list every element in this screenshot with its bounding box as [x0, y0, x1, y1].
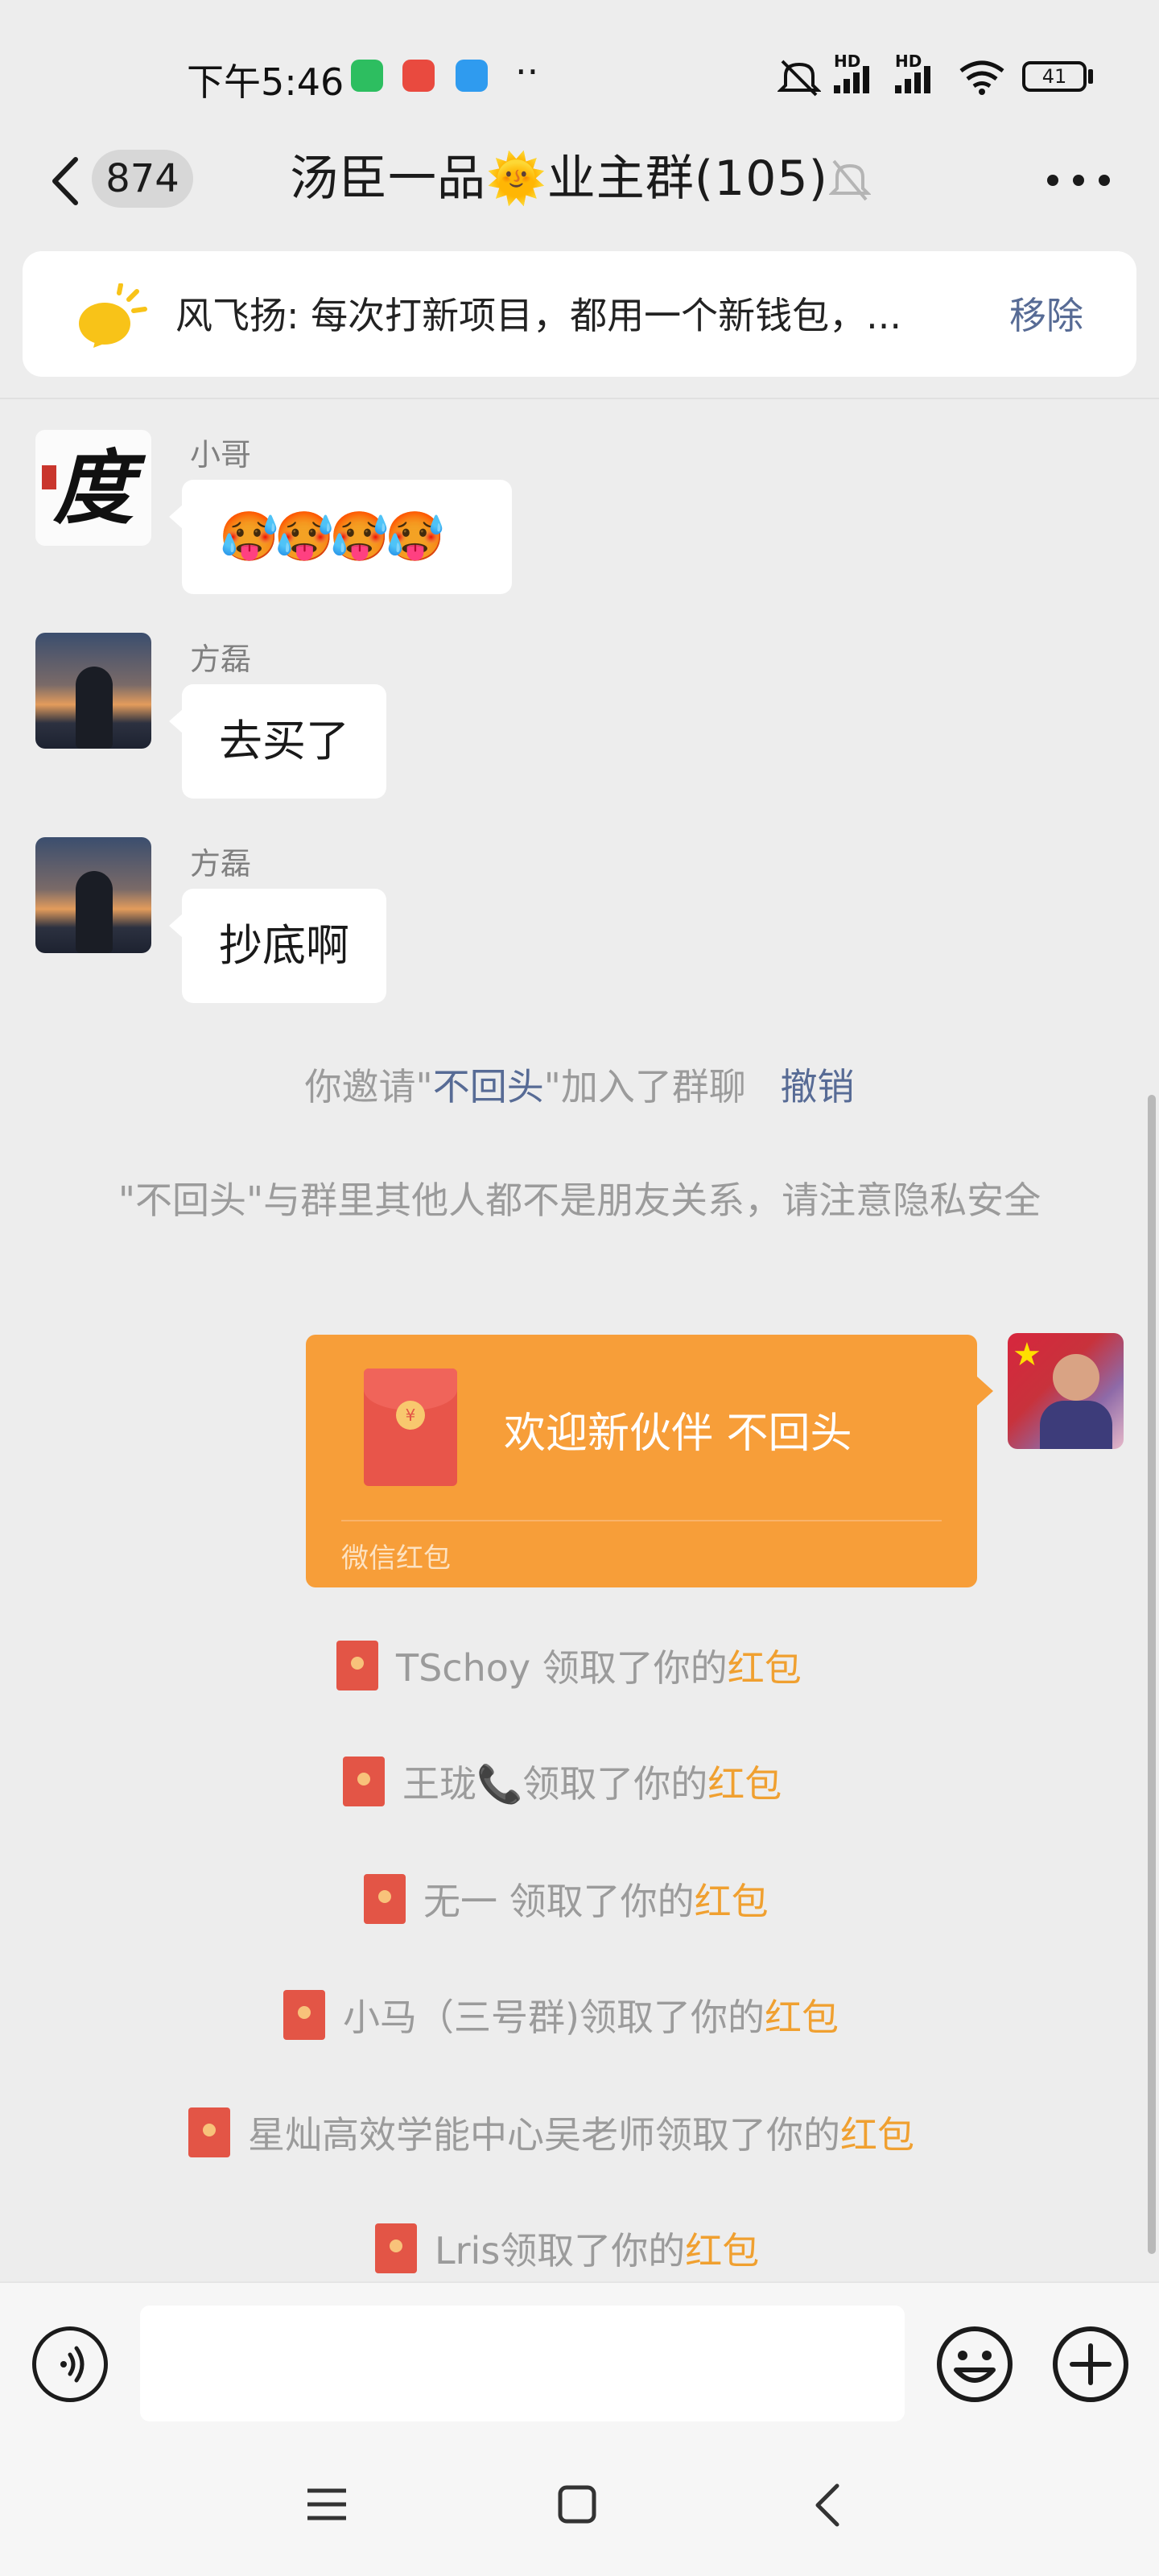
- sender-name: 方磊: [190, 642, 252, 677]
- message-text: 去买了: [219, 716, 349, 766]
- red-envelope-icon: ¥: [364, 1368, 457, 1486]
- red-packet-card[interactable]: ¥ 欢迎新伙伴 不回头 微信红包: [306, 1335, 977, 1587]
- signal-icon-1: [834, 66, 869, 93]
- chat-scrollbar[interactable]: [1148, 1095, 1156, 2254]
- battery-icon: 41: [1022, 61, 1087, 92]
- pinned-message-bar[interactable]: 风飞扬: 每次打新项目，都用一个新钱包，... 移除: [23, 251, 1136, 377]
- home-icon[interactable]: [557, 2484, 597, 2524]
- avatar-self[interactable]: ★: [1008, 1333, 1124, 1449]
- claim-text: 无一 领取了你的: [423, 1880, 695, 1923]
- avatar-calligraphy-text: 度: [53, 440, 134, 535]
- signal-icon-2: [895, 66, 930, 93]
- more-functions-button[interactable]: [1051, 2325, 1130, 2404]
- unread-count-badge[interactable]: 874: [92, 150, 193, 208]
- back-icon[interactable]: [47, 153, 84, 209]
- red-packet-footer: 微信红包: [341, 1542, 451, 1575]
- mute-icon: [777, 60, 821, 97]
- person-body: [1040, 1401, 1112, 1449]
- announcement-bulb-icon: [79, 283, 147, 348]
- privacy-notice: "不回头"与群里其他人都不是朋友关系，请注意隐私安全: [118, 1179, 1041, 1222]
- muted-bell-icon: [829, 159, 871, 201]
- avatar-xiaoge[interactable]: 度: [35, 430, 151, 546]
- red-packet-claim-notice: TSchoy 领取了你的红包: [336, 1639, 802, 1692]
- flag-star-icon: ★: [1013, 1336, 1041, 1373]
- more-notifications-dots: ··: [515, 50, 539, 93]
- sender-name: 小哥: [190, 437, 252, 473]
- seal-stamp: [42, 465, 56, 489]
- message-bubble[interactable]: 抄底啊: [182, 889, 386, 1003]
- red-packet-small-icon: [343, 1757, 385, 1806]
- input-bar: [0, 2281, 1159, 2444]
- voice-input-button[interactable]: [32, 2326, 108, 2402]
- red-packet-greeting: 欢迎新伙伴 不回头: [504, 1410, 852, 1458]
- avatar-fanglei[interactable]: [35, 837, 151, 953]
- system-navigation-bar: [0, 2442, 1159, 2576]
- voice-icon: [60, 2346, 85, 2383]
- red-packet-tip: [977, 1377, 993, 1406]
- red-packet-claim-notice: Lris领取了你的红包: [375, 2222, 759, 2275]
- status-time: 下午5:46: [187, 60, 344, 104]
- red-packet-small-icon: [188, 2107, 230, 2157]
- battery-level: 41: [1041, 65, 1067, 88]
- c-app-icon: [402, 60, 435, 92]
- emoji-button[interactable]: [935, 2325, 1014, 2404]
- sender-name: 方磊: [190, 846, 252, 881]
- message-input-field[interactable]: [140, 2306, 905, 2421]
- red-packet-link[interactable]: 红包: [685, 2229, 759, 2273]
- red-packet-small-icon: [336, 1641, 378, 1690]
- battery-tip: [1088, 69, 1093, 84]
- red-packet-link[interactable]: 红包: [707, 1762, 782, 1806]
- group-title: 汤臣一品🌞业主群(105): [290, 151, 829, 207]
- red-packet-small-icon: [283, 1990, 325, 2040]
- more-options-icon[interactable]: [1046, 174, 1111, 187]
- invite-system-message: 你邀请"不回头"加入了群聊 撤销: [0, 1058, 1159, 1111]
- chat-app-icon: [456, 60, 488, 92]
- message-text: 🥵🥵🥵🥵: [219, 509, 445, 565]
- remove-pinned-button[interactable]: 移除: [1009, 287, 1083, 340]
- silhouette: [76, 667, 113, 749]
- shield-app-icon: [351, 60, 383, 92]
- avatar-fanglei[interactable]: [35, 633, 151, 749]
- red-packet-claim-notice: 星灿高效学能中心吴老师领取了你的红包: [188, 2106, 914, 2159]
- header-divider: [0, 398, 1159, 399]
- red-packet-link[interactable]: 红包: [728, 1646, 802, 1690]
- invite-prefix: 你邀请": [304, 1065, 433, 1108]
- claim-text: 王珑📞领取了你的: [402, 1762, 708, 1806]
- red-packet-claim-notice: 小马（三号群)领取了你的红包: [283, 1988, 839, 2041]
- silhouette: [76, 871, 113, 953]
- message-text: 抄底啊: [219, 920, 349, 971]
- person-figure: [1053, 1354, 1099, 1401]
- claim-text: Lris领取了你的: [435, 2229, 686, 2273]
- red-packet-small-icon: [364, 1874, 406, 1924]
- message-bubble[interactable]: 🥵🥵🥵🥵: [182, 480, 512, 594]
- red-packet-link[interactable]: 红包: [695, 1880, 769, 1923]
- red-packet-claim-notice: 无一 领取了你的红包: [364, 1872, 769, 1926]
- revoke-invite-link[interactable]: 撤销: [780, 1065, 854, 1108]
- red-packet-small-icon: [375, 2223, 417, 2273]
- red-packet-divider: [341, 1520, 942, 1521]
- currency-symbol: ¥: [405, 1406, 416, 1425]
- red-packet-claim-notice: 王珑📞领取了你的红包: [343, 1755, 782, 1808]
- claim-text: 星灿高效学能中心吴老师领取了你的: [248, 2113, 840, 2157]
- envelope-coin: ¥: [396, 1401, 425, 1430]
- red-packet-link[interactable]: 红包: [765, 1996, 839, 2039]
- claim-text: TSchoy 领取了你的: [396, 1646, 728, 1690]
- invite-suffix: "加入了群聊: [543, 1065, 746, 1108]
- red-packet-link[interactable]: 红包: [840, 2113, 914, 2157]
- wifi-icon: [959, 60, 1004, 95]
- back-nav-icon[interactable]: [811, 2483, 843, 2528]
- pinned-message-text: 风飞扬: 每次打新项目，都用一个新钱包，...: [175, 294, 901, 337]
- recent-apps-icon[interactable]: [306, 2486, 348, 2523]
- claim-text: 小马（三号群)领取了你的: [343, 1996, 765, 2039]
- message-bubble[interactable]: 去买了: [182, 684, 386, 799]
- invited-user-link[interactable]: 不回头: [433, 1065, 544, 1108]
